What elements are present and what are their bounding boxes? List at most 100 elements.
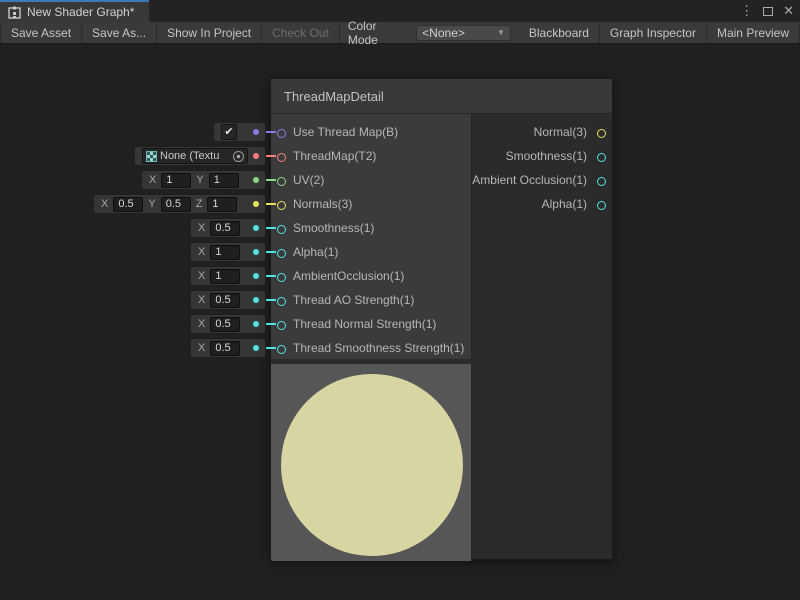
port-dot <box>253 177 259 183</box>
port-dot <box>253 129 259 135</box>
input-port-label: Thread AO Strength(1) <box>293 293 414 307</box>
vector-value-field[interactable]: 1 <box>210 269 240 284</box>
output-port[interactable] <box>597 177 606 186</box>
vector-value-field[interactable]: 0.5 <box>113 197 143 212</box>
vector-value-field[interactable]: 0.5 <box>210 341 240 356</box>
input-port[interactable] <box>277 225 286 234</box>
input-port-label: ThreadMap(T2) <box>293 149 376 163</box>
vector-value-field[interactable]: 1 <box>210 245 240 260</box>
axis-label: X <box>198 246 205 258</box>
close-icon[interactable]: ✕ <box>783 0 794 22</box>
save-asset-button[interactable]: Save Asset <box>0 22 82 43</box>
color-mode-group: Color Mode <None> ▼ <box>340 22 519 43</box>
port-dot <box>253 321 259 327</box>
node-title[interactable]: ThreadMapDetail <box>271 79 612 114</box>
input-widget-vector: X 0.5 <box>190 218 266 238</box>
axis-label: Z <box>196 198 203 210</box>
color-mode-value: <None> <box>422 26 465 40</box>
input-widget-vector: X 0.5 <box>190 314 266 334</box>
axis-label: X <box>101 198 108 210</box>
input-port[interactable] <box>277 297 286 306</box>
graph-inspector-button[interactable]: Graph Inspector <box>600 22 707 43</box>
axis-label: X <box>198 318 205 330</box>
axis-label: X <box>198 342 205 354</box>
vector-value-field[interactable]: 0.5 <box>210 293 240 308</box>
input-port-label: AmbientOcclusion(1) <box>293 269 404 283</box>
color-mode-label: Color Mode <box>348 19 408 47</box>
show-in-project-button[interactable]: Show In Project <box>157 22 262 43</box>
input-port-label: Smoothness(1) <box>293 221 374 235</box>
input-port[interactable] <box>277 153 286 162</box>
graph-canvas[interactable]: ThreadMapDetail Use Thread Map(B) ThreadM… <box>0 44 800 600</box>
port-dot <box>253 249 259 255</box>
input-widget-vector: X1 <box>190 242 266 262</box>
input-widget-vector: X 0.5 Y 0.5 Z1 <box>93 194 266 214</box>
window-menu-icon[interactable]: ⋮ <box>740 0 753 22</box>
object-picker-icon[interactable] <box>233 151 244 162</box>
input-port-label: UV(2) <box>293 173 324 187</box>
input-port[interactable] <box>277 273 286 282</box>
node-threadmapdetail[interactable]: ThreadMapDetail Use Thread Map(B) ThreadM… <box>270 78 613 560</box>
vector-value-field[interactable]: 1 <box>161 173 191 188</box>
input-widget-vector: X0.5 <box>190 290 266 310</box>
output-port-label: Smoothness(1) <box>506 149 587 163</box>
output-port[interactable] <box>597 201 606 210</box>
input-port-label: Thread Normal Strength(1) <box>293 317 436 331</box>
input-widget-vector: X1 <box>190 266 266 286</box>
port-dot <box>253 201 259 207</box>
port-dot <box>253 345 259 351</box>
input-port[interactable] <box>277 321 286 330</box>
tab-title: New Shader Graph* <box>27 5 134 19</box>
input-widget-vector: X1Y1 <box>141 170 266 190</box>
node-preview <box>271 364 472 561</box>
input-port[interactable] <box>277 177 286 186</box>
axis-label: X <box>198 270 205 282</box>
output-port-label: Ambient Occlusion(1) <box>472 173 587 187</box>
texture-object-field[interactable]: None (Textu <box>142 148 248 164</box>
input-widget-checkbox: ✔ <box>213 122 266 142</box>
main-preview-button[interactable]: Main Preview <box>707 22 800 43</box>
input-widget-vector: X 0.5 <box>190 338 266 358</box>
vector-value-field[interactable]: 0.5 <box>161 197 191 212</box>
check-out-button: Check Out <box>262 22 340 43</box>
vector-value-field[interactable]: 0.5 <box>210 317 240 332</box>
save-as-button[interactable]: Save As... <box>82 22 157 43</box>
texture-checker-icon <box>146 151 157 162</box>
chevron-down-icon: ▼ <box>497 28 505 37</box>
axis-label: X <box>198 222 205 234</box>
window-controls: ⋮ ✕ <box>740 0 794 22</box>
shader-graph-icon <box>8 6 21 19</box>
port-dot <box>253 297 259 303</box>
vector-value-field[interactable]: 0.5 <box>210 221 240 236</box>
blackboard-button[interactable]: Blackboard <box>519 22 600 43</box>
checkbox[interactable]: ✔ <box>221 124 237 140</box>
output-port-label: Normal(3) <box>534 125 587 139</box>
output-port[interactable] <box>597 129 606 138</box>
input-port[interactable] <box>277 345 286 354</box>
input-widget-object: None (Textu <box>134 146 266 166</box>
input-port-label: Normals(3) <box>293 197 352 211</box>
output-port[interactable] <box>597 153 606 162</box>
vector-value-field[interactable]: 1 <box>209 173 239 188</box>
input-port[interactable] <box>277 249 286 258</box>
vector-value-field[interactable]: 1 <box>207 197 237 212</box>
maximize-icon[interactable] <box>763 7 773 16</box>
tab-new-shader-graph[interactable]: New Shader Graph* <box>0 0 149 22</box>
texture-object-value: None (Textu <box>160 150 230 162</box>
input-port-label: Use Thread Map(B) <box>293 125 398 139</box>
color-mode-dropdown[interactable]: <None> ▼ <box>416 25 511 41</box>
axis-label: X <box>149 174 156 186</box>
port-dot <box>253 273 259 279</box>
port-dot <box>253 153 259 159</box>
toolbar: Save Asset Save As... Show In Project Ch… <box>0 22 800 44</box>
axis-label: Y <box>196 174 203 186</box>
shader-graph-window: New Shader Graph* ⋮ ✕ Save Asset Save As… <box>0 0 800 600</box>
output-port-label: Alpha(1) <box>542 197 587 211</box>
input-port-label: Thread Smoothness Strength(1) <box>293 341 464 355</box>
axis-label: Y <box>148 198 155 210</box>
input-port-label: Alpha(1) <box>293 245 338 259</box>
port-dot <box>253 225 259 231</box>
input-port[interactable] <box>277 129 286 138</box>
preview-sphere <box>281 374 463 556</box>
input-port[interactable] <box>277 201 286 210</box>
